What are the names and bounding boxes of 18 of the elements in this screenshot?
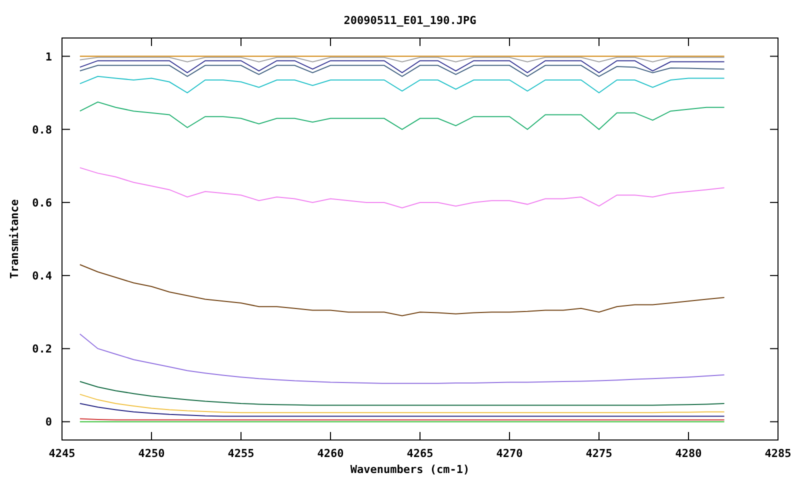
tick-label: 4285 — [764, 447, 792, 460]
tick-label: 0.8 — [32, 123, 52, 136]
tick-label: 0.6 — [32, 196, 52, 210]
tick-label: 4260 — [317, 447, 344, 460]
tick-label: 0.4 — [32, 270, 52, 283]
y-axis-label: Transmitance — [8, 199, 21, 279]
tick-label: 1 — [45, 50, 52, 64]
tick-label: 4255 — [228, 447, 254, 460]
tick-label: 4265 — [406, 447, 434, 460]
x-axis-label: Wavenumbers (cm-1) — [350, 463, 470, 476]
tick-label: 4270 — [496, 447, 523, 460]
chart-title: 20090511_E01_190.JPG — [344, 14, 476, 27]
tick-label: 4280 — [675, 447, 702, 460]
tick-label: 4245 — [48, 447, 76, 460]
tick-label: 4250 — [138, 447, 165, 460]
tick-label: 4275 — [586, 447, 612, 460]
tick-label: 0.2 — [32, 342, 52, 356]
tick-label: 0 — [45, 416, 52, 429]
